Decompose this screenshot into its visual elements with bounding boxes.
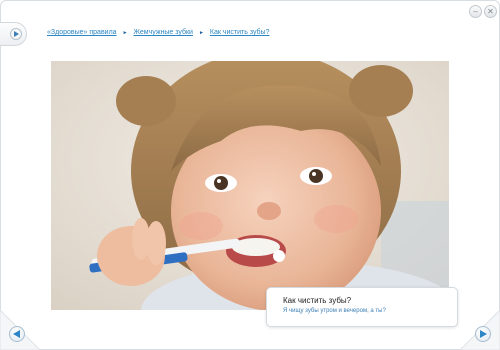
breadcrumb-item-pearl-teeth[interactable]: Жемчужные зубки — [134, 29, 193, 36]
main-photo — [51, 61, 449, 310]
prev-page-button[interactable] — [9, 326, 25, 342]
minimize-button[interactable]: – — [469, 5, 482, 18]
breadcrumb: «Здоровые» правила ► Жемчужные зубки ► К… — [47, 29, 269, 36]
caption-text: Я чищу зубы утром и вечером, а ты? — [283, 308, 386, 314]
close-icon: ✕ — [487, 7, 494, 16]
girl-brushing-teeth-illustration — [51, 61, 449, 310]
breadcrumb-separator-icon: ► — [198, 29, 204, 36]
breadcrumb-separator-icon: ► — [122, 29, 128, 36]
side-panel-toggle[interactable] — [0, 22, 27, 46]
minimize-icon: – — [473, 7, 478, 16]
play-icon — [10, 28, 22, 40]
caption-title: Как чистить зубы? — [283, 296, 352, 305]
corner-decoration — [0, 309, 41, 350]
breadcrumb-item-how-to-brush[interactable]: Как чистить зубы? — [210, 29, 270, 36]
breadcrumb-item-rules[interactable]: «Здоровые» правила — [47, 29, 117, 36]
close-button[interactable]: ✕ — [484, 5, 497, 18]
next-page-button[interactable] — [475, 326, 491, 342]
photo-caption: Как чистить зубы? Я чищу зубы утром и ве… — [266, 287, 458, 327]
